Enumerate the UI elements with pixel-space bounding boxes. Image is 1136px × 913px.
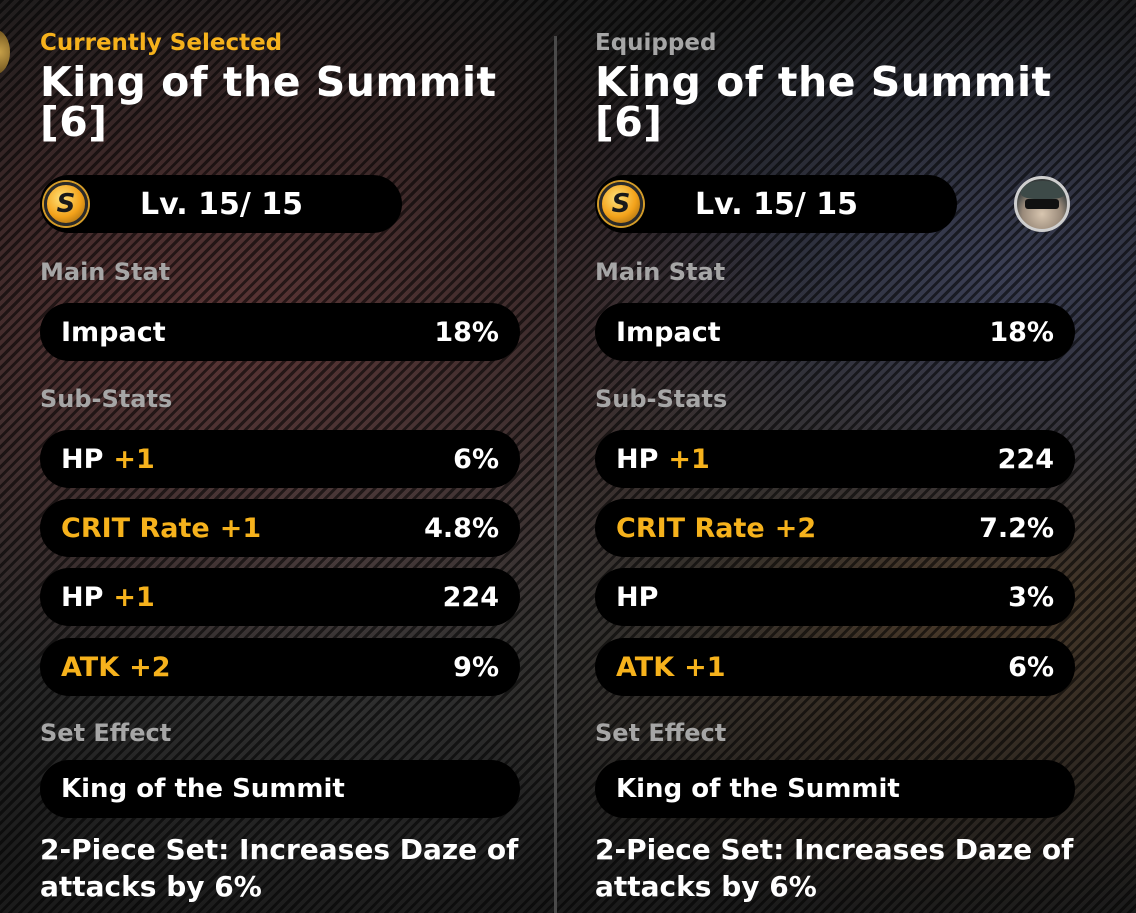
sub-stat-row: ATK +2 9% xyxy=(40,638,520,696)
sub-stat-value: 7.2% xyxy=(979,513,1054,544)
level-text: Lv. 15/ 15 xyxy=(140,187,303,222)
panel-divider xyxy=(554,36,557,913)
set-description: 2-Piece Set: Increases Daze of attacks b… xyxy=(595,833,1074,903)
main-stat-label: Main Stat xyxy=(595,258,726,286)
sub-stat-name: HP xyxy=(616,582,659,613)
sub-stat-name: HP +1 xyxy=(61,444,155,475)
sub-stats-label: Sub-Stats xyxy=(40,385,173,413)
sub-stat-name: ATK +2 xyxy=(61,652,171,683)
sub-stat-roll: +1 xyxy=(684,652,726,683)
set-effect-label: Set Effect xyxy=(595,719,727,747)
sub-stat-row: CRIT Rate +2 7.2% xyxy=(595,499,1075,557)
level-pill: S Lv. 15/ 15 xyxy=(40,175,402,233)
sub-stat-value: 224 xyxy=(442,582,499,613)
rank-s-icon: S xyxy=(599,182,643,226)
sub-stat-value: 9% xyxy=(453,652,499,683)
set-effect-label: Set Effect xyxy=(40,719,172,747)
sub-stat-name: CRIT Rate +1 xyxy=(61,513,262,544)
sub-stat-roll: +1 xyxy=(219,513,262,544)
main-stat-row: Impact 18% xyxy=(40,303,520,361)
sub-stat-value: 6% xyxy=(453,444,499,475)
sub-stat-name: ATK +1 xyxy=(616,652,726,683)
sub-stat-row: HP +1 224 xyxy=(595,430,1075,488)
set-name: King of the Summit xyxy=(616,774,900,804)
set-name: King of the Summit xyxy=(61,774,345,804)
sub-stat-roll: +2 xyxy=(129,652,171,683)
sub-stats-label: Sub-Stats xyxy=(595,385,728,413)
sub-stat-value: 224 xyxy=(997,444,1054,475)
main-stat-name: Impact xyxy=(61,317,166,348)
sub-stat-row: HP 3% xyxy=(595,568,1075,626)
side-portrait-edge xyxy=(0,30,10,74)
set-description: 2-Piece Set: Increases Daze of attacks b… xyxy=(40,833,519,903)
main-stat-row: Impact 18% xyxy=(595,303,1075,361)
sub-stat-value: 4.8% xyxy=(424,513,499,544)
sub-stat-value: 6% xyxy=(1008,652,1054,683)
agent-avatar-icon[interactable] xyxy=(1014,176,1070,232)
sub-stat-name: HP +1 xyxy=(616,444,710,475)
level-pill: S Lv. 15/ 15 xyxy=(595,175,957,233)
sub-stat-row: CRIT Rate +1 4.8% xyxy=(40,499,520,557)
sub-stat-value: 3% xyxy=(1008,582,1054,613)
rank-s-icon: S xyxy=(44,182,88,226)
main-stat-value: 18% xyxy=(989,317,1054,348)
main-stat-value: 18% xyxy=(434,317,499,348)
set-name-row: King of the Summit xyxy=(40,760,520,818)
sub-stat-roll: +1 xyxy=(113,444,155,475)
sub-stat-roll: +2 xyxy=(774,513,817,544)
sub-stat-roll: +1 xyxy=(113,582,155,613)
sub-stat-name: CRIT Rate +2 xyxy=(616,513,817,544)
sub-stat-row: HP +1 6% xyxy=(40,430,520,488)
sub-stat-roll: +1 xyxy=(668,444,710,475)
disc-title: King of the Summit [6] xyxy=(595,58,1052,146)
main-stat-name: Impact xyxy=(616,317,721,348)
sub-stat-row: HP +1 224 xyxy=(40,568,520,626)
sub-stat-row: ATK +1 6% xyxy=(595,638,1075,696)
level-text: Lv. 15/ 15 xyxy=(695,187,858,222)
sub-stat-name: HP +1 xyxy=(61,582,155,613)
set-name-row: King of the Summit xyxy=(595,760,1075,818)
currently-selected-label: Currently Selected xyxy=(40,30,283,56)
main-stat-label: Main Stat xyxy=(40,258,171,286)
disc-title: King of the Summit [6] xyxy=(40,58,497,146)
equipped-label: Equipped xyxy=(595,30,717,56)
